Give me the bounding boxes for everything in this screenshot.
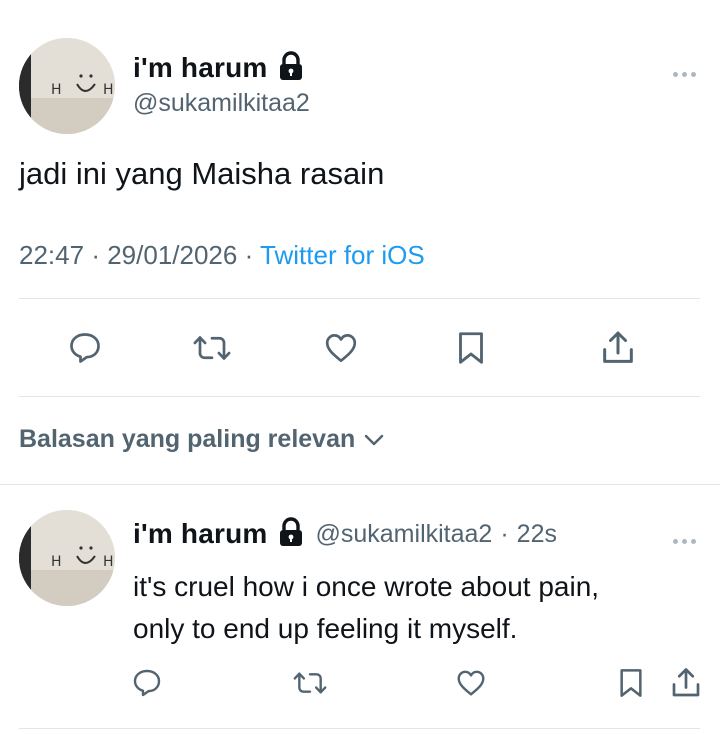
chevron-down-icon: [365, 434, 384, 445]
reply-text-line: it's cruel how i once wrote about pain,: [133, 571, 600, 602]
like-icon: [457, 670, 485, 696]
separator: ·: [91, 240, 100, 270]
reply-retweet-button[interactable]: [292, 667, 328, 699]
bookmark-button[interactable]: [454, 330, 488, 366]
reply-author-name[interactable]: i'm harum: [133, 518, 268, 550]
like-icon: [325, 334, 357, 363]
lock-icon: [278, 516, 304, 552]
more-icon[interactable]: [673, 64, 700, 82]
reply-button[interactable]: [67, 330, 103, 366]
tweet-source[interactable]: Twitter for iOS: [260, 240, 425, 270]
tweet-time[interactable]: 22:47: [19, 240, 84, 270]
reply-icon: [70, 333, 100, 363]
separator: ·: [244, 240, 254, 270]
divider: [19, 728, 700, 729]
reply-text: it's cruel how i once wrote about pain, …: [133, 566, 599, 650]
more-icon[interactable]: [673, 531, 700, 549]
reply-age[interactable]: 22s: [517, 520, 557, 549]
share-icon: [603, 331, 633, 363]
retweet-icon: [293, 672, 327, 694]
reply-text-line: only to end up feeling it myself.: [133, 613, 518, 644]
svg-text:H: H: [103, 554, 114, 570]
share-button[interactable]: [598, 328, 638, 368]
reply-reply-button[interactable]: [131, 667, 163, 699]
bookmark-icon: [620, 669, 642, 697]
share-icon: [672, 668, 700, 697]
divider: [19, 396, 700, 397]
reply-icon: [133, 669, 161, 697]
avatar-image: H H: [19, 38, 115, 134]
reply-avatar[interactable]: H H: [19, 510, 115, 606]
svg-text:H: H: [51, 82, 62, 98]
retweet-icon: [193, 336, 231, 360]
reply-share-button[interactable]: [668, 665, 704, 701]
svg-text:H: H: [51, 554, 62, 570]
reply-author-handle[interactable]: @sukamilkitaa2: [316, 520, 493, 549]
sort-dropdown[interactable]: Balasan yang paling relevan: [19, 425, 385, 454]
avatar[interactable]: H H: [19, 38, 115, 134]
bookmark-icon: [459, 332, 483, 364]
author-handle[interactable]: @sukamilkitaa2: [133, 89, 310, 118]
divider: [0, 484, 720, 485]
svg-text:H: H: [103, 82, 114, 98]
tweet-text: jadi ini yang Maisha rasain: [19, 156, 385, 191]
tweet-date[interactable]: 29/01/2026: [107, 240, 237, 270]
reply-bookmark-button[interactable]: [616, 667, 646, 699]
like-button[interactable]: [322, 330, 360, 366]
sort-label: Balasan yang paling relevan: [19, 425, 356, 453]
avatar-image: H H: [19, 510, 115, 606]
retweet-button[interactable]: [192, 330, 232, 366]
author-name[interactable]: i'm harum: [133, 52, 268, 84]
separator: ·: [500, 519, 509, 548]
lock-icon: [278, 50, 304, 86]
reply-like-button[interactable]: [454, 667, 488, 699]
divider: [19, 298, 700, 299]
